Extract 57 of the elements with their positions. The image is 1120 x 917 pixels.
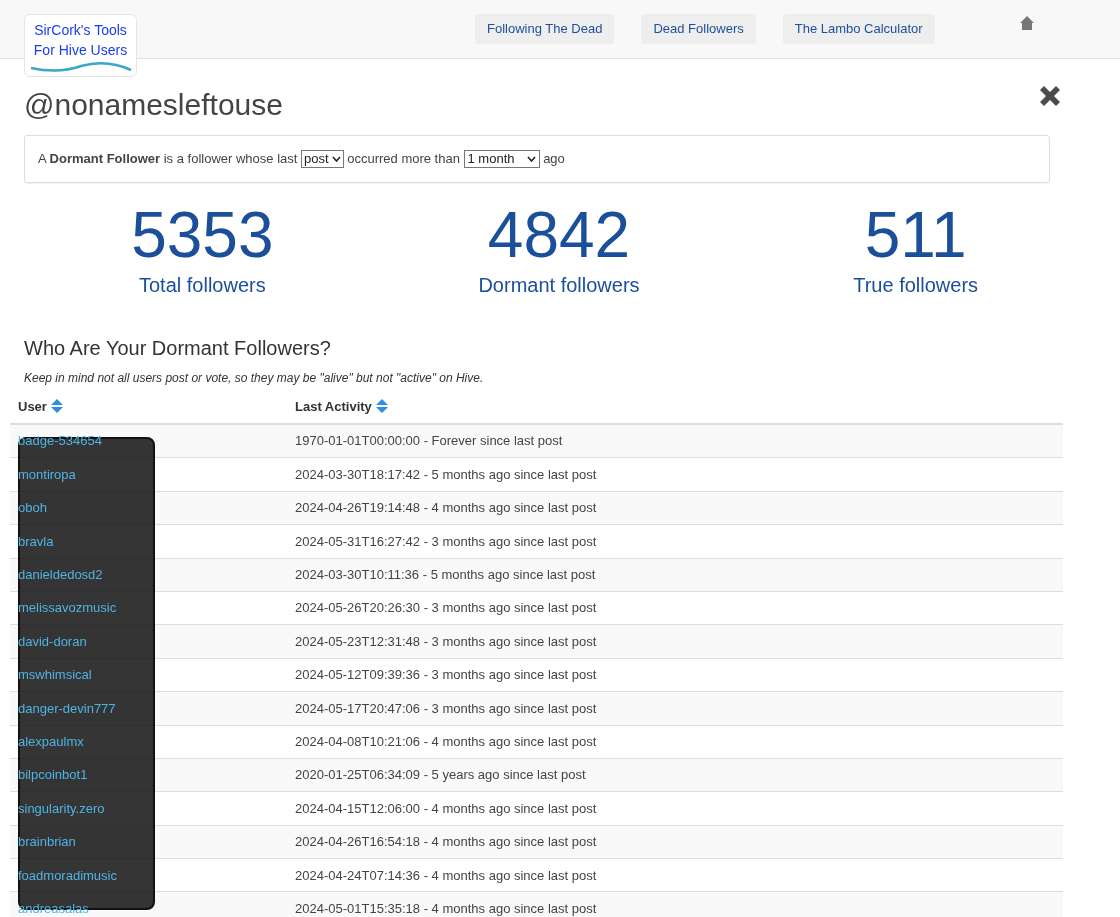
activity-cell-text: 2024-03-30T10:11:36 - 5 months ago since last post [295, 566, 596, 584]
activity-cell-text: 2024-04-15T12:06:00 - 4 months ago since last post [295, 799, 597, 818]
stat-value: 511 [864, 198, 967, 273]
activity-cell-text: 2024-05-01T15:35:18 - 4 months ago since last post [295, 899, 597, 917]
logo-text: SirCork's Tools [34, 21, 127, 40]
nav-link[interactable]: Dead Followers [641, 14, 756, 44]
logo[interactable]: SirCork's Tools For Hive Users [24, 14, 137, 77]
stat-value: 5353 [131, 198, 274, 273]
stat-label: True followers [853, 273, 979, 297]
wave-icon [28, 60, 133, 72]
sort-icon[interactable] [375, 399, 388, 414]
activity-cell-text: 2024-04-08T10:21:06 - 4 months ago since last post [295, 732, 597, 751]
chevron-icon [526, 156, 536, 162]
column-header[interactable]: User [10, 397, 295, 417]
chevron-icon [331, 156, 341, 162]
user-link[interactable]: alexpaulmx [18, 733, 84, 749]
user-link[interactable]: mswhimsical [18, 667, 92, 683]
stat-value: 4842 [487, 198, 631, 273]
activity-cell-text: 2024-03-30T18:17:42 - 5 months ago since last post [295, 465, 597, 484]
definition-text: ago [542, 150, 565, 169]
user-link[interactable]: bravla [18, 533, 54, 549]
logo-text: For Hive Users [33, 41, 128, 60]
sort-icon[interactable] [50, 399, 63, 414]
user-link[interactable]: oboh [18, 500, 47, 516]
user-link[interactable]: badge-534654 [18, 433, 102, 449]
activity-cell-text: 2024-05-17T20:47:06 - 3 months ago since last post [295, 699, 597, 718]
stat-label: Total followers [138, 273, 266, 297]
period-select[interactable]: 1 month [463, 150, 540, 168]
activity-cell-text: 2024-04-26T16:54:18 - 4 months ago since last post [295, 833, 597, 852]
activity-cell-text: 2020-01-25T06:34:09 - 5 years ago since last post [295, 766, 586, 785]
definition-text: occurred more than [346, 150, 461, 169]
user-link[interactable]: danieldedosd2 [18, 567, 103, 582]
user-link[interactable]: david-doran [18, 633, 87, 649]
section-heading: Who Are Your Dormant Followers? [24, 336, 332, 361]
definition-text: A Dormant Follower is a follower whose last [38, 150, 299, 169]
activity-cell-text: 2024-04-24T07:14:36 - 4 months ago since last post [295, 866, 597, 885]
home-icon[interactable] [1019, 15, 1035, 31]
section-note: Keep in mind not all users post or vote, so they may be "alive" but not "active" on Hive. [24, 370, 485, 387]
page-title: @nonamesleftouse [24, 86, 283, 123]
activity-cell-text: 2024-05-31T16:27:42 - 3 months ago since last post [295, 532, 597, 551]
user-link[interactable]: danger-devin777 [18, 700, 116, 716]
nav-link[interactable]: The Lambo Calculator [782, 14, 935, 44]
activity-cell-text: 2024-05-12T09:39:36 - 3 months ago since last post [295, 666, 597, 685]
activity-cell-text: 2024-04-26T19:14:48 - 4 months ago since last post [295, 499, 597, 518]
nav-link[interactable]: Following The Dead [475, 14, 615, 44]
user-link[interactable]: montiropa [18, 466, 76, 482]
user-link[interactable]: singularity.zero [18, 800, 105, 816]
user-link[interactable]: brainbrian [18, 834, 76, 850]
activity-select[interactable]: post [301, 150, 344, 168]
user-link[interactable]: melissavozmusic [18, 600, 117, 616]
activity-cell-text: 1970-01-01T00:00:00 - Forever since last post [295, 432, 563, 451]
activity-cell-text: 2024-05-26T20:26:30 - 3 months ago since last post [295, 599, 597, 618]
user-link[interactable]: foadmoradimusic [18, 867, 117, 883]
stat-label: Dormant followers [478, 273, 640, 297]
column-header[interactable]: Last Activity [295, 397, 388, 417]
activity-cell-text: 2024-05-23T12:31:48 - 3 months ago since last post [295, 632, 597, 651]
user-link[interactable]: bilpcoinbot1 [18, 767, 88, 783]
